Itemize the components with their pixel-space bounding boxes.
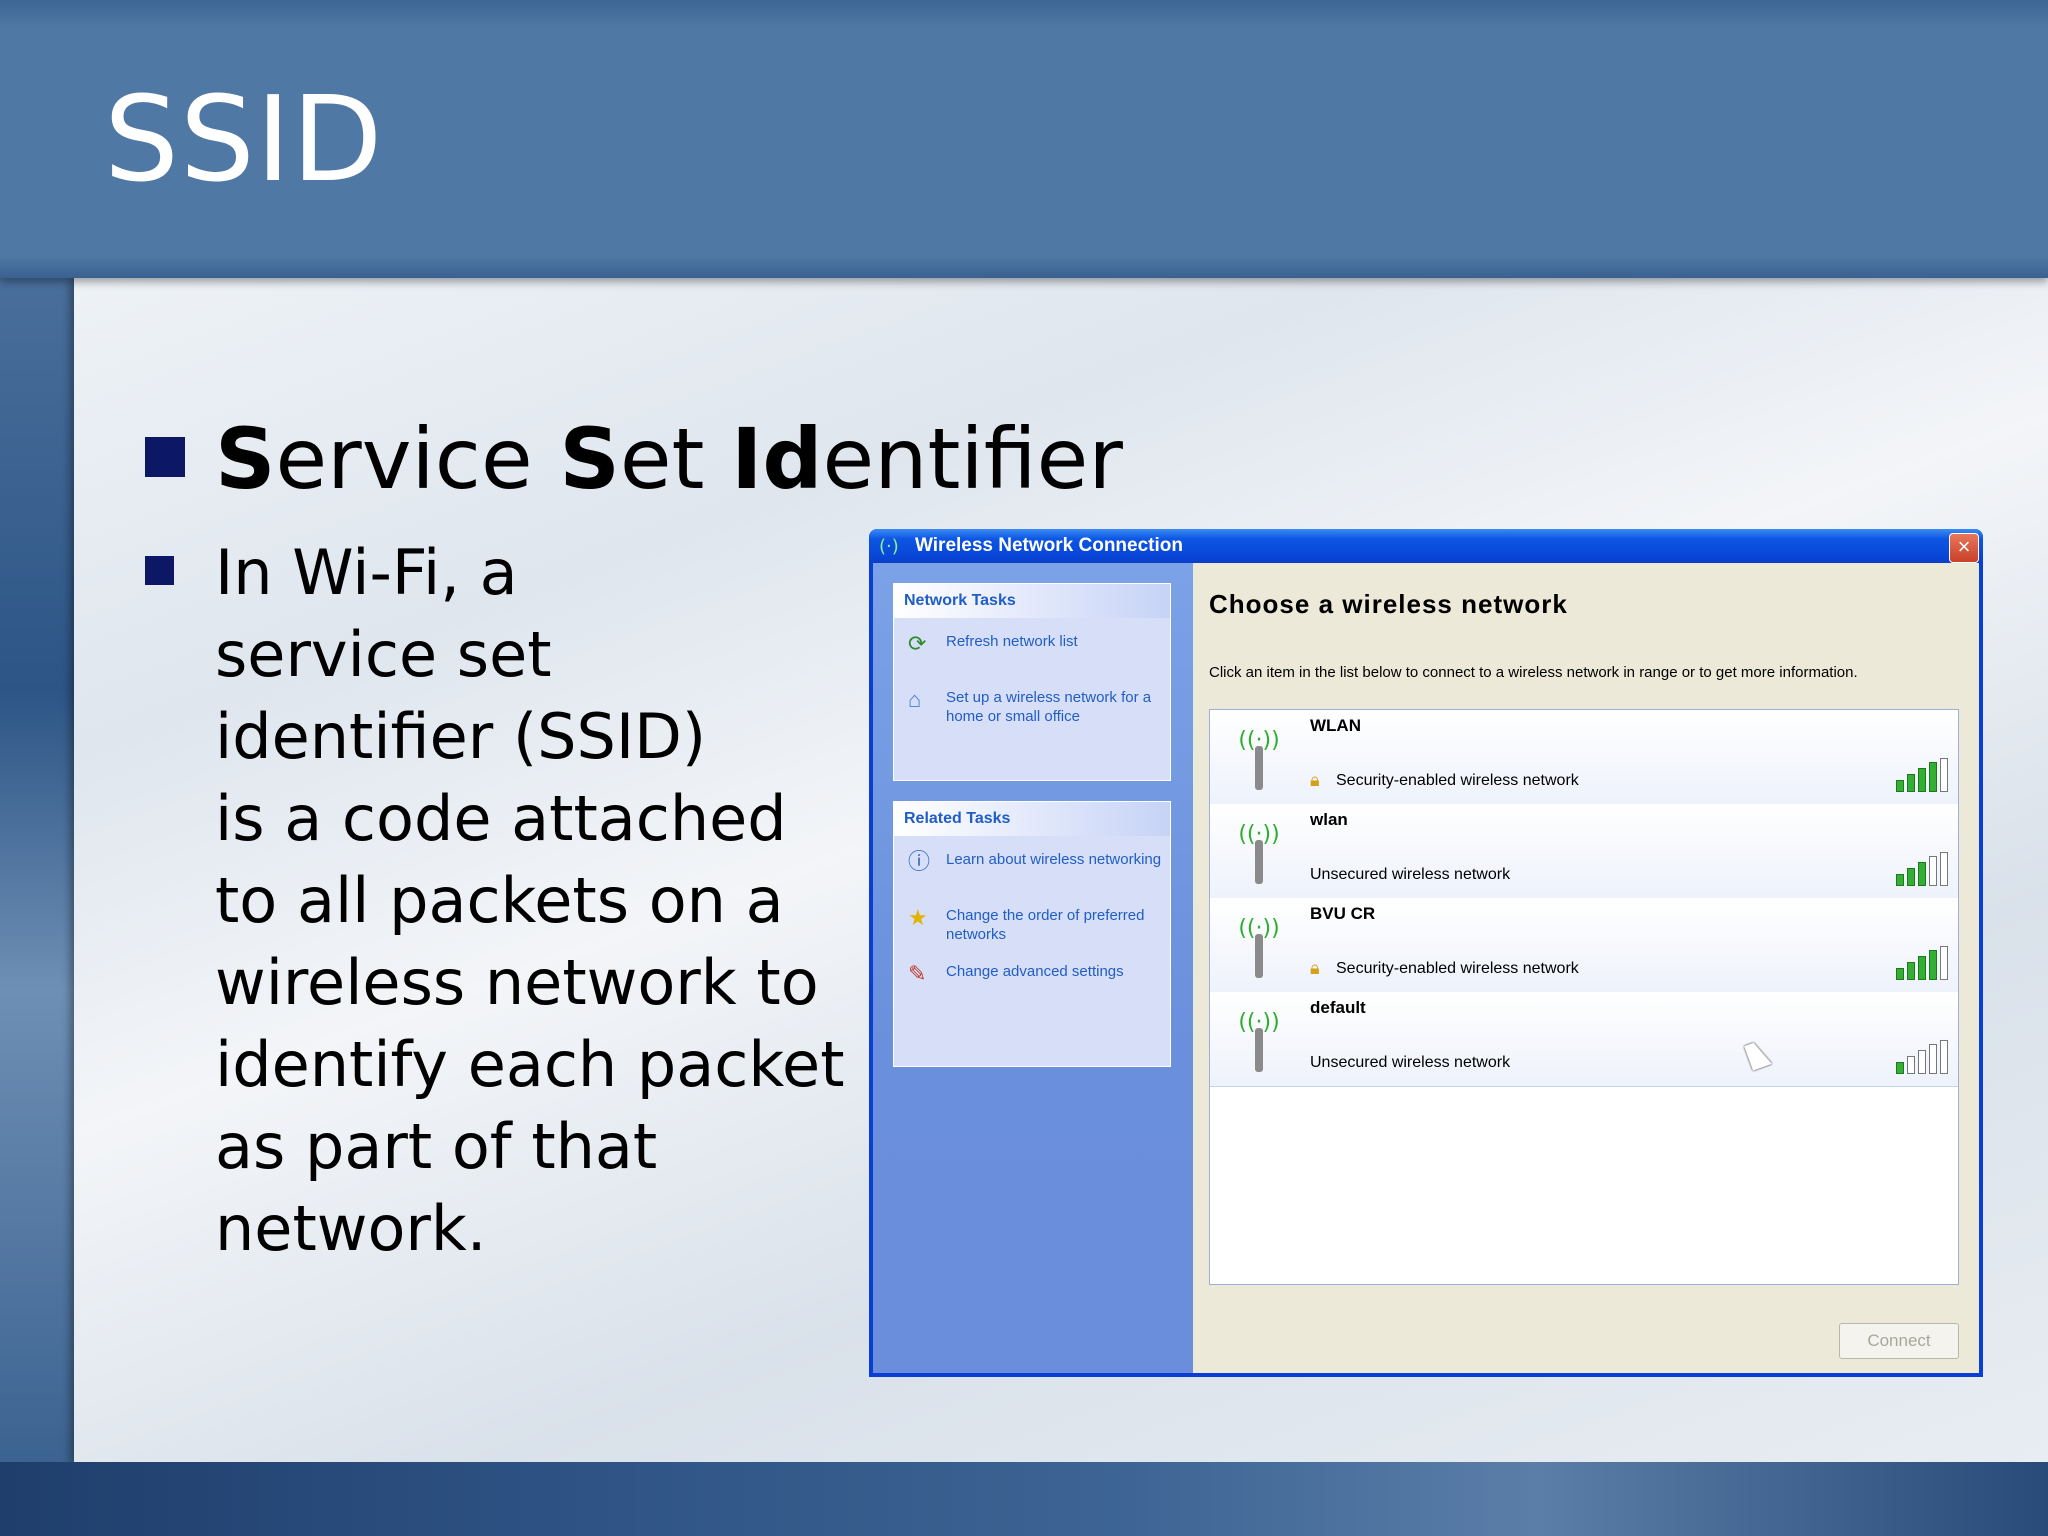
- slide-body-text: In Wi-Fi, a service set identifier (SSID…: [215, 532, 855, 1270]
- task-pane: Network Tasks ⟳ Refresh network list ⌂ S…: [873, 563, 1193, 1373]
- task-advanced-settings[interactable]: ✎ Change advanced settings: [894, 954, 1170, 1010]
- heading-id: Id: [731, 410, 823, 508]
- network-name: default: [1310, 998, 1366, 1017]
- window-title: Wireless Network Connection: [915, 535, 1183, 556]
- network-row-wlan-unsecured[interactable]: ((·)) wlan Unsecured wireless network: [1210, 804, 1958, 899]
- heading-s2: S: [559, 410, 620, 508]
- network-status: Unsecured wireless network: [1310, 866, 1511, 883]
- body-line: identify each packet: [215, 1028, 845, 1101]
- info-icon: ⓘ: [908, 849, 931, 874]
- related-tasks-box: Related Tasks ⓘ Learn about wireless net…: [893, 801, 1171, 1067]
- signal-strength-icon: [1896, 1040, 1948, 1074]
- antenna-icon: ((·)): [1224, 912, 1294, 982]
- task-learn-wireless[interactable]: ⓘ Learn about wireless networking: [894, 842, 1170, 898]
- bullet-square-icon: [145, 437, 185, 477]
- network-row-default[interactable]: ((·)) default Unsecured wireless network: [1210, 992, 1958, 1087]
- antenna-icon: ((·)): [1224, 724, 1294, 794]
- slide-title: SSID: [104, 70, 384, 208]
- task-label: Refresh network list: [946, 633, 1078, 650]
- window-content: Network Tasks ⟳ Refresh network list ⌂ S…: [873, 563, 1979, 1373]
- related-tasks-header[interactable]: Related Tasks: [894, 802, 1170, 836]
- refresh-icon: ⟳: [908, 631, 927, 656]
- wireless-network-window: (·) Wireless Network Connection × Networ…: [869, 529, 1983, 1377]
- choose-network-description: Click an item in the list below to conne…: [1209, 664, 1858, 681]
- network-choice-pane: Choose a wireless network Click an item …: [1193, 563, 1979, 1373]
- sub-bullet-square-icon: [145, 556, 174, 585]
- network-status: Security-enabled wireless network: [1336, 772, 1579, 789]
- slide-title-bar: SSID: [0, 0, 2048, 278]
- task-label: Set up a wireless network for a home or …: [946, 689, 1152, 725]
- body-line: network.: [215, 1192, 487, 1265]
- signal-strength-icon: [1896, 758, 1948, 792]
- signal-strength-icon: [1896, 852, 1948, 886]
- network-row-wlan-secured[interactable]: ((·)) WLAN 🔒︎ Security-enabled wireless …: [1210, 710, 1958, 805]
- star-icon: ★: [908, 905, 928, 930]
- task-label: Learn about wireless networking: [946, 851, 1162, 868]
- network-name: wlan: [1310, 810, 1348, 829]
- task-label: Change advanced settings: [946, 963, 1124, 980]
- window-title-bar[interactable]: (·) Wireless Network Connection ×: [869, 529, 1983, 563]
- body-line: as part of that: [215, 1110, 658, 1183]
- task-refresh-network-list[interactable]: ⟳ Refresh network list: [894, 624, 1170, 680]
- signal-strength-icon: [1896, 946, 1948, 980]
- slide-heading: Service Set Identifier: [215, 410, 1123, 508]
- network-name: WLAN: [1310, 716, 1361, 735]
- body-line: In Wi-Fi, a: [215, 536, 518, 609]
- network-list[interactable]: ((·)) WLAN 🔒︎ Security-enabled wireless …: [1209, 709, 1959, 1285]
- lock-icon: 🔒︎: [1310, 958, 1320, 979]
- body-line: wireless network to: [215, 946, 819, 1019]
- network-tasks-header[interactable]: Network Tasks: [894, 584, 1170, 618]
- heading-s1: S: [215, 410, 276, 508]
- slide-left-edge: [0, 270, 80, 1470]
- network-name: BVU CR: [1310, 904, 1376, 923]
- settings-icon: ✎: [908, 961, 927, 986]
- network-row-bvu-cr[interactable]: ((·)) BVU CR 🔒︎ Security-enabled wireles…: [1210, 898, 1958, 993]
- network-status: Security-enabled wireless network: [1336, 960, 1579, 977]
- heading-entifier: entifier: [822, 410, 1123, 508]
- connect-button[interactable]: Connect: [1839, 1323, 1959, 1359]
- heading-ervice: ervice: [275, 410, 560, 508]
- close-button[interactable]: ×: [1949, 533, 1979, 563]
- task-change-order[interactable]: ★ Change the order of preferred networks: [894, 898, 1170, 954]
- body-line: service set: [215, 618, 552, 691]
- body-line: is a code attached: [215, 782, 787, 855]
- task-label: Change the order of preferred networks: [946, 907, 1145, 943]
- task-setup-wireless-network[interactable]: ⌂ Set up a wireless network for a home o…: [894, 680, 1170, 736]
- wireless-icon: (·): [879, 536, 899, 557]
- network-tasks-box: Network Tasks ⟳ Refresh network list ⌂ S…: [893, 583, 1171, 781]
- slide-bottom-edge: [0, 1462, 2048, 1536]
- body-line: to all packets on a: [215, 864, 784, 937]
- network-status: Unsecured wireless network: [1310, 1054, 1511, 1071]
- body-line: identifier (SSID): [215, 700, 707, 773]
- antenna-icon: ((·)): [1224, 818, 1294, 888]
- choose-network-title: Choose a wireless network: [1209, 589, 1568, 619]
- heading-et: et: [619, 410, 732, 508]
- setup-network-icon: ⌂: [908, 687, 922, 712]
- lock-icon: 🔒︎: [1310, 770, 1320, 791]
- antenna-icon: ((·)): [1224, 1006, 1294, 1076]
